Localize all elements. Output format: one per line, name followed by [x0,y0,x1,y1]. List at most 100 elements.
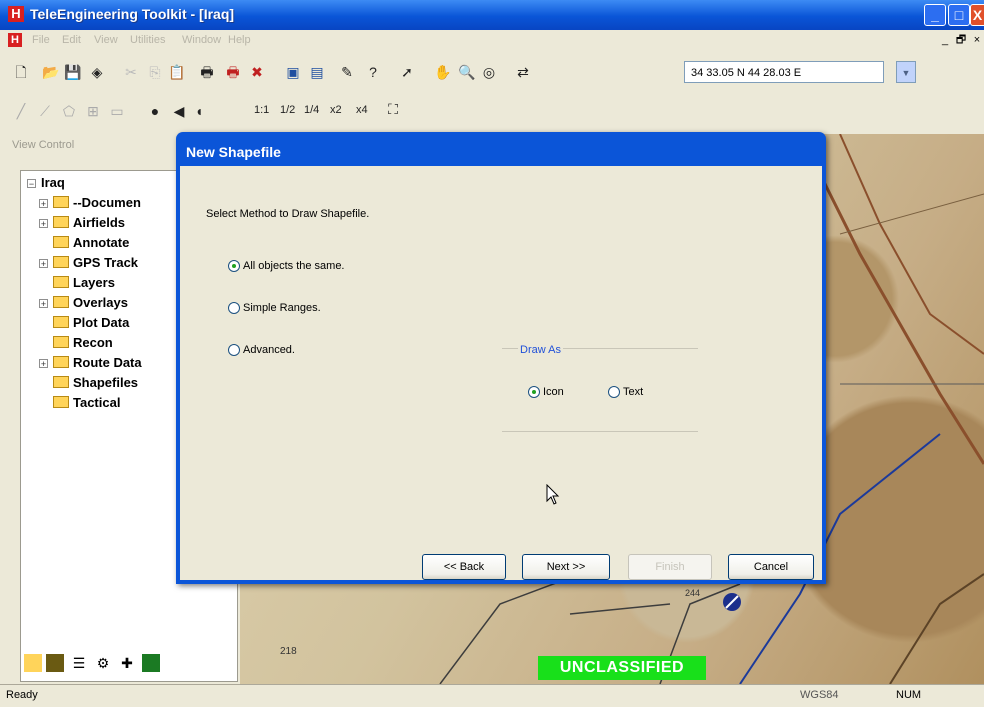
zoom-1-1[interactable]: 1:1 [254,104,269,116]
new-icon[interactable]: 🗋 [10,61,32,83]
tree-item[interactable]: Airfields [53,215,125,230]
image-icon[interactable]: ▤ [306,61,328,83]
tree-item[interactable]: Layers [53,275,115,290]
chevron-down-icon[interactable]: ▼ [896,61,916,83]
cancel-button[interactable]: Cancel [728,554,814,580]
polyline-icon[interactable]: ⟋ [34,100,56,122]
tree-item[interactable]: GPS Track [53,255,138,270]
radio-icon[interactable] [228,344,240,356]
expand-icon[interactable]: + [39,259,48,269]
radio-checked-icon[interactable] [228,260,240,272]
print-map-icon[interactable]: 🖶 [222,61,244,83]
tree-item[interactable]: Recon [53,335,113,350]
folder-icon [53,196,69,208]
radio-checked-icon[interactable] [528,386,540,398]
cut-icon[interactable]: ✂ [120,61,142,83]
coordinate-field[interactable]: 34 33.05 N 44 28.03 E [684,61,884,83]
expand-icon[interactable]: + [39,199,48,209]
radio-text-option[interactable]: Text [608,386,643,398]
tree-item[interactable]: Annotate [53,235,129,250]
tree-item[interactable]: Plot Data [53,315,129,330]
draw-icon[interactable]: ✎ [336,61,358,83]
layers-icon[interactable]: ◈ [86,61,108,83]
map-label: 244 [685,588,700,598]
radio-icon-option[interactable]: Icon [528,386,564,398]
panel-tabs: ☰ ⚙ ✚ [20,650,220,680]
menu-view[interactable]: View [94,34,118,46]
draw-as-label: Draw As [518,344,563,356]
book-tab-icon[interactable] [46,654,64,672]
zoom-x2[interactable]: x2 [330,104,342,116]
arrow-left-icon[interactable]: ◀ [168,100,190,122]
delete-icon[interactable]: ✖ [246,61,268,83]
radio-simple-ranges[interactable]: Simple Ranges. [228,302,321,314]
help-icon[interactable]: ? [362,61,384,83]
menu-window[interactable]: Window [182,34,221,46]
status-text: Ready [6,689,38,701]
folder-icon [53,396,69,408]
radio-advanced[interactable]: Advanced. [228,344,295,356]
radio-icon[interactable] [228,302,240,314]
new-shapefile-dialog: New Shapefile Select Method to Draw Shap… [176,132,826,584]
zoom-1-4[interactable]: 1/4 [304,104,319,116]
full-extent-icon[interactable]: ⛶ [382,98,404,120]
map-tab-icon[interactable] [142,654,160,672]
dialog-body: Select Method to Draw Shapefile. All obj… [180,166,822,580]
folder-icon [53,376,69,388]
mdi-restore-button[interactable]: 🗗 [954,33,968,47]
zoom-icon[interactable]: 🔍 [456,61,478,83]
radio-all-objects[interactable]: All objects the same. [228,260,345,272]
line-icon[interactable]: ╱ [10,100,32,122]
expand-icon[interactable]: + [39,359,48,369]
paste-icon[interactable]: 📋 [166,61,188,83]
menu-file[interactable]: File [32,34,50,46]
pointer-icon[interactable]: ➚ [396,61,418,83]
tree-item[interactable]: Tactical [53,395,120,410]
globe-icon[interactable]: ◎ [478,61,500,83]
radio-icon[interactable] [608,386,620,398]
menu-bar: H File Edit View Utilities Window Help _… [0,30,984,52]
tree-item[interactable]: --Documen [53,195,141,210]
pan-icon[interactable]: ✋ [432,61,454,83]
finish-button[interactable]: Finish [628,554,712,580]
copy-icon[interactable]: ⎘ [144,61,166,83]
zoom-1-2[interactable]: 1/2 [280,104,295,116]
grid-icon[interactable]: ⊞ [82,100,104,122]
mdi-close-button[interactable]: × [970,33,984,47]
status-datum: WGS84 [800,689,839,701]
menu-edit[interactable]: Edit [62,34,81,46]
expand-icon[interactable]: + [39,299,48,309]
print-icon[interactable]: 🖶 [196,61,218,83]
zoom-x4[interactable]: x4 [356,104,368,116]
mdi-minimize-button[interactable]: _ [938,33,952,47]
open-icon[interactable]: 📂 [40,61,62,83]
document-icon[interactable]: H [8,33,22,47]
tools-tab-icon[interactable]: ⚙ [94,654,112,672]
folder-tab-icon[interactable] [24,654,42,672]
crosshair-tab-icon[interactable]: ✚ [118,654,136,672]
tree-item[interactable]: Overlays [53,295,128,310]
half-circle-icon[interactable]: ◖ [188,100,210,122]
minimize-button[interactable]: _ [924,4,946,26]
tree-root[interactable]: Iraq [41,175,65,190]
maximize-button[interactable]: □ [948,4,970,26]
window-title: TeleEngineering Toolkit - [Iraq] [30,6,235,22]
menu-utilities[interactable]: Utilities [130,34,165,46]
next-button[interactable]: Next >> [522,554,610,580]
save-icon[interactable]: 💾 [62,61,84,83]
tree-item[interactable]: Route Data [53,355,142,370]
tree-item[interactable]: Shapefiles [53,375,138,390]
coordinate-icon[interactable]: ⇄ [512,61,534,83]
window-icon[interactable]: ▣ [282,61,304,83]
close-button[interactable]: X [970,4,984,26]
menu-help[interactable]: Help [228,34,251,46]
drawing-toolbar: ╱ ⟋ ⬠ ⊞ ▭ ● ◀ ◖ 1:1 1/2 1/4 x2 x4 ⛶ [0,96,984,134]
status-num: NUM [896,689,922,701]
list-tab-icon[interactable]: ☰ [70,654,88,672]
back-button[interactable]: << Back [422,554,506,580]
area-icon[interactable]: ▭ [106,100,128,122]
collapse-icon[interactable]: − [27,179,36,189]
expand-icon[interactable]: + [39,219,48,229]
polygon-icon[interactable]: ⬠ [58,100,80,122]
point-icon[interactable]: ● [144,100,166,122]
